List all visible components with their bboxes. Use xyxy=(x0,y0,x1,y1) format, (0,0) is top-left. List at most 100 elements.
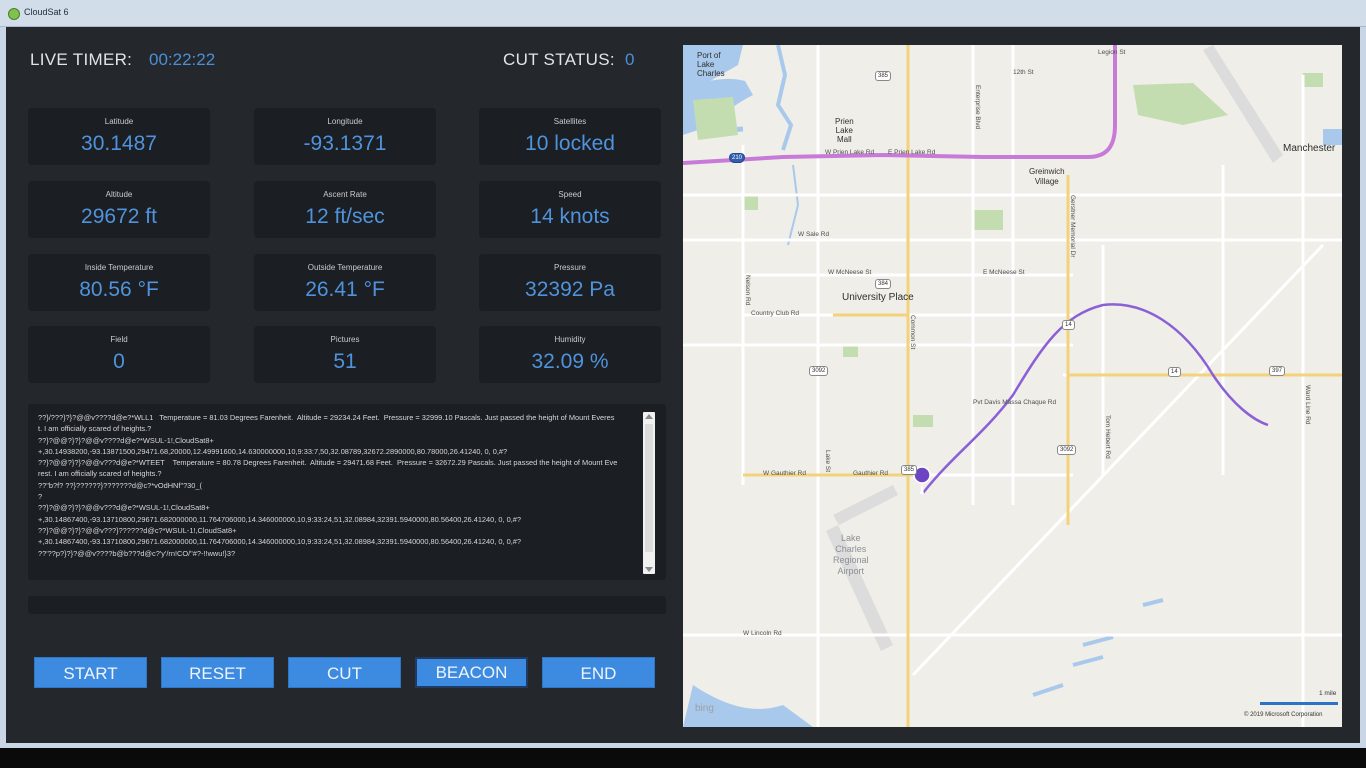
map-view[interactable]: Port of Lake Charles Prien Lake Mall Gre… xyxy=(683,45,1342,727)
scroll-up-icon[interactable] xyxy=(645,414,653,419)
tile-pictures: Pictures 51 xyxy=(254,326,436,383)
reset-button[interactable]: RESET xyxy=(161,657,274,688)
map-label-prien-mall: Prien Lake Mall xyxy=(835,117,854,144)
route-shield-14: 14 xyxy=(1062,320,1075,330)
route-shield-397: 397 xyxy=(1269,366,1286,376)
route-shield-14b: 14 xyxy=(1168,367,1181,377)
live-timer-label: LIVE TIMER: xyxy=(30,50,133,69)
interstate-shield-210: 210 xyxy=(729,153,746,163)
start-button[interactable]: START xyxy=(34,657,147,688)
balloon-location-pin-tail xyxy=(920,483,924,494)
live-timer-value: 00:22:22 xyxy=(149,50,216,69)
water-channel xyxy=(775,45,794,151)
tile-pressure: Pressure 32392 Pa xyxy=(479,254,661,311)
cut-button[interactable]: CUT xyxy=(288,657,401,688)
tile-value: 32392 Pa xyxy=(525,278,615,301)
tile-value: 26.41 °F xyxy=(305,278,385,301)
tile-value: 29672 ft xyxy=(81,205,157,228)
bing-logo: bing xyxy=(695,703,714,714)
route-shield-3092: 3092 xyxy=(809,366,829,376)
title-bar: CloudSat 6 xyxy=(0,0,1366,27)
beacon-button[interactable]: BEACON xyxy=(415,657,528,688)
tile-label: Pressure xyxy=(553,263,586,272)
park-area xyxy=(1133,83,1228,125)
highway-network xyxy=(743,45,1342,727)
tile-label: Latitude xyxy=(104,117,134,126)
tile-outside-temperature: Outside Temperature 26.41 °F xyxy=(254,254,436,311)
scroll-thumb[interactable] xyxy=(645,424,653,552)
tile-value: 80.56 °F xyxy=(79,278,159,301)
tile-label: Longitude xyxy=(327,117,363,126)
tile-label: Altitude xyxy=(105,190,133,199)
map-street-country-club: Country Club Rd xyxy=(751,310,800,317)
window-title: CloudSat 6 xyxy=(24,7,69,17)
tile-label: Humidity xyxy=(554,335,586,344)
map-street-w-sale: W Sale Rd xyxy=(798,231,830,238)
app-icon xyxy=(8,8,20,20)
park-area xyxy=(973,210,1003,230)
tile-label: Outside Temperature xyxy=(307,263,383,272)
progress-bar xyxy=(28,596,666,614)
end-button[interactable]: END xyxy=(542,657,655,688)
tile-value: 0 xyxy=(113,350,125,373)
tile-humidity: Humidity 32.09 % xyxy=(479,326,661,383)
interstate-210 xyxy=(683,45,1117,165)
map-canvas[interactable] xyxy=(683,45,1342,727)
scroll-down-icon[interactable] xyxy=(645,567,653,572)
tile-value: 30.1487 xyxy=(81,132,157,155)
map-copyright: © 2019 Microsoft Corporation xyxy=(1244,712,1323,718)
map-label-university-place: University Place xyxy=(842,292,914,303)
console-scrollbar[interactable] xyxy=(643,412,655,574)
map-scale-bar xyxy=(1260,702,1338,705)
serial-console[interactable]: ??}/???}?}?@@v????d@e?*WLL1 Temperature … xyxy=(28,404,666,580)
park-area xyxy=(1303,73,1323,87)
tile-label: Ascent Rate xyxy=(323,190,367,199)
tile-satellites: Satellites 10 locked xyxy=(479,108,661,165)
main-panel: LIVE TIMER: 00:22:22 CUT STATUS: 0 Latit… xyxy=(6,27,1360,743)
tile-label: Inside Temperature xyxy=(84,263,154,272)
park-area xyxy=(843,345,858,357)
park-area xyxy=(693,97,738,140)
water-ponds xyxy=(1032,598,1164,697)
map-street-e-prien: E Prien Lake Rd xyxy=(888,149,936,156)
tile-value: 10 locked xyxy=(525,132,615,155)
map-scale-label: 1 mile xyxy=(1319,690,1337,697)
tile-speed: Speed 14 knots xyxy=(479,181,661,238)
route-shield-3092b: 3092 xyxy=(1057,445,1077,455)
park-area xyxy=(743,195,758,210)
tile-ascent-rate: Ascent Rate 12 ft/sec xyxy=(254,181,436,238)
map-street-common: Common St xyxy=(909,315,916,350)
tile-inside-temperature: Inside Temperature 80.56 °F xyxy=(28,254,210,311)
map-street-w-prien: W Prien Lake Rd xyxy=(825,149,875,156)
map-street-w-lincoln: W Lincoln Rd xyxy=(743,630,782,637)
tile-label: Speed xyxy=(558,190,582,199)
tile-value: 51 xyxy=(333,350,357,373)
tile-label: Pictures xyxy=(330,335,360,344)
map-street-gauthier: Gauthier Rd xyxy=(853,470,889,477)
map-street-12th: 12th St xyxy=(1013,69,1034,76)
tile-latitude: Latitude 30.1487 xyxy=(28,108,210,165)
tile-value: -93.1371 xyxy=(303,132,387,155)
route-shield-385b: 385 xyxy=(901,465,918,475)
tile-field: Field 0 xyxy=(28,326,210,383)
map-street-e-mcneese: E McNeese St xyxy=(983,269,1025,276)
tile-label: Field xyxy=(110,335,128,344)
map-label-greinwich: Greinwich Village xyxy=(1029,167,1065,186)
airport-runway xyxy=(833,485,898,525)
map-street-legion: Legion St xyxy=(1098,49,1126,56)
map-street-w-mcneese: W McNeese St xyxy=(828,269,872,276)
map-street-pvt-davis: Pvt Davis Massa Chaque Rd xyxy=(973,399,1057,406)
map-street-lake: Lake St xyxy=(824,450,831,473)
tile-value: 32.09 % xyxy=(531,350,609,373)
map-street-ward-line: Ward Line Rd xyxy=(1304,385,1311,425)
cut-status-value: 0 xyxy=(625,50,635,69)
water-channel xyxy=(787,164,800,246)
console-text[interactable]: ??}/???}?}?@@v????d@e?*WLL1 Temperature … xyxy=(38,412,618,572)
route-shield-385: 385 xyxy=(875,71,892,81)
tile-label: Satellites xyxy=(553,117,587,126)
tile-value: 14 knots xyxy=(530,205,610,228)
map-label-manchester: Manchester xyxy=(1283,143,1336,154)
tile-value: 12 ft/sec xyxy=(305,205,385,228)
park-area xyxy=(913,415,933,427)
route-shield-384: 384 xyxy=(875,279,892,289)
